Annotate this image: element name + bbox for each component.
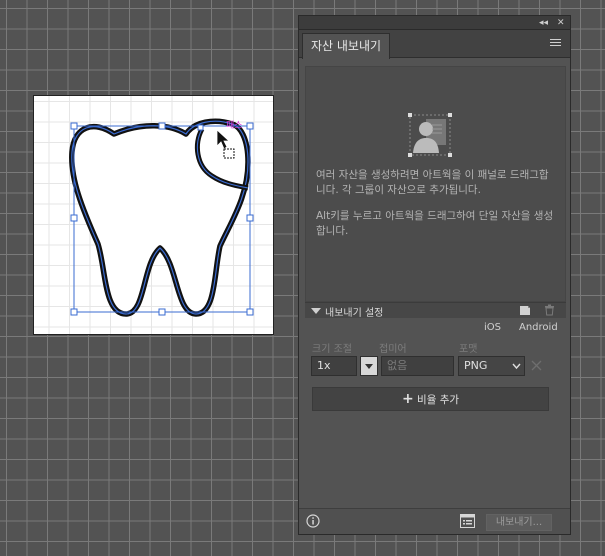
scale-dropdown-button[interactable] [360, 356, 378, 376]
add-scale-button[interactable]: + 비율 추가 [312, 387, 549, 411]
format-select[interactable]: PNG [458, 356, 525, 376]
collapse-panel-icon[interactable]: ◂◂ [539, 16, 548, 30]
collapse-triangle-icon [311, 308, 321, 314]
asset-export-panel: ◂◂ ✕ 자산 내보내기 여러 자산을 생성하려면 아트웍을 이 패널로 드래그… [298, 15, 571, 535]
path-hint-label: 패스 [226, 121, 243, 131]
close-panel-icon[interactable]: ✕ [557, 16, 565, 30]
help-text-multiple-assets: 여러 자산을 생성하려면 아트웍을 이 패널로 드래그합니다. 각 그룹이 자산… [316, 169, 549, 196]
suffix-input[interactable]: 없음 [381, 356, 454, 376]
format-column-label: 포맷 [459, 344, 478, 355]
preset-ios[interactable]: iOS [484, 322, 501, 333]
panel-topbar: ◂◂ ✕ [299, 16, 570, 30]
scale-column-label: 크기 조절 [312, 344, 352, 355]
suffix-column-label: 접미어 [379, 344, 407, 355]
tooth-artwork[interactable] [34, 96, 275, 336]
new-asset-icon[interactable] [519, 305, 531, 316]
help-text-single-asset: Alt키를 누르고 아트웍을 드래그하여 단일 자산을 생성합니다. [316, 210, 554, 237]
format-select-value: PNG [464, 359, 488, 372]
preset-android[interactable]: Android [519, 322, 558, 333]
export-settings-icon[interactable] [460, 514, 475, 528]
info-icon[interactable] [306, 514, 320, 528]
tooth-outline[interactable] [69, 118, 251, 317]
export-settings-header[interactable]: 내보내기 설정 [305, 302, 566, 319]
panel-menu-icon[interactable] [550, 39, 561, 48]
tab-asset-export[interactable]: 자산 내보내기 [302, 33, 390, 59]
trash-icon[interactable] [544, 304, 555, 316]
suffix-placeholder: 없음 [387, 359, 408, 372]
remove-scale-icon[interactable] [531, 360, 542, 371]
add-scale-label: 비율 추가 [417, 394, 460, 406]
chevron-down-icon [365, 364, 373, 369]
drag-artwork-icon [408, 113, 452, 157]
asset-drop-area[interactable]: 여러 자산을 생성하려면 아트웍을 이 패널로 드래그합니다. 각 그룹이 자산… [305, 66, 566, 302]
export-settings-title: 내보내기 설정 [325, 308, 384, 319]
plus-icon: + [401, 391, 414, 407]
panel-tab-row: 자산 내보내기 [299, 30, 570, 59]
export-button[interactable]: 내보내기... [486, 514, 552, 531]
scale-input[interactable]: 1x [311, 356, 357, 376]
panel-bottom-bar: 내보내기... [299, 508, 570, 534]
chevron-down-icon [512, 363, 521, 370]
artboard[interactable]: 패스 [33, 95, 274, 335]
